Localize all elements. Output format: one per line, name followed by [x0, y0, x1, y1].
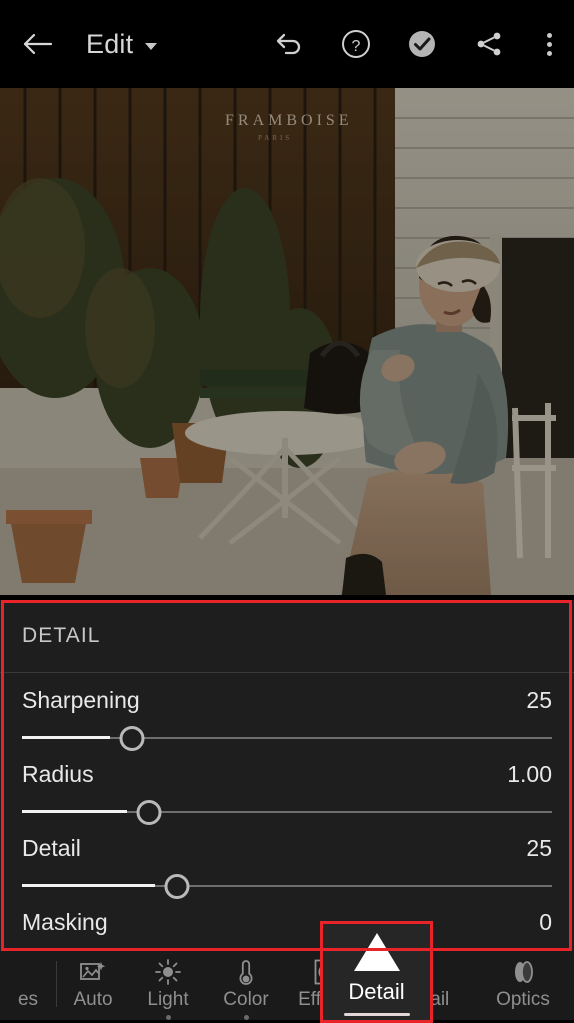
more-button[interactable]: [525, 20, 573, 68]
slider-track-fill: [22, 810, 127, 813]
question-circle-icon: ?: [342, 30, 370, 58]
slider-row-radius[interactable]: Radius 1.00: [0, 747, 574, 825]
top-app-bar: Edit ?: [0, 0, 574, 88]
active-tab-detail[interactable]: Detail: [322, 923, 431, 1020]
modified-dot: [26, 1015, 31, 1020]
photo-image: FRAMBOISE PARIS: [0, 88, 574, 595]
modified-dot: [91, 1015, 96, 1020]
slider-label-detail: Detail: [22, 835, 81, 861]
undo-icon: [276, 33, 301, 55]
undo-button[interactable]: [265, 20, 313, 68]
slider-row-detail[interactable]: Detail 25: [0, 821, 574, 899]
check-circle-icon: [409, 31, 435, 57]
bottom-item-label: Auto: [73, 989, 113, 1011]
bottom-item-light[interactable]: Light: [129, 951, 207, 1020]
slider-label-sharpening: Sharpening: [22, 687, 140, 713]
photo-preview[interactable]: FRAMBOISE PARIS: [0, 88, 574, 595]
slider-value-radius: 1.00: [507, 761, 552, 787]
triangle-up-icon: [353, 933, 400, 971]
active-tab-label: Detail: [348, 979, 405, 1004]
slider-value-detail: 25: [526, 835, 552, 861]
share-button[interactable]: [465, 20, 513, 68]
slider-value-sharpening: 25: [526, 687, 552, 713]
bottom-item-geometry[interactable]: Geometry: [565, 951, 574, 1020]
slider-row-sharpening[interactable]: Sharpening 25: [0, 673, 574, 751]
chevron-down-icon: [145, 42, 158, 50]
bottom-item-optics[interactable]: Optics: [481, 951, 565, 1020]
back-button[interactable]: [14, 20, 62, 68]
done-button[interactable]: [398, 20, 446, 68]
slider-track-fill: [22, 736, 110, 739]
thermometer-icon: [236, 957, 256, 986]
bottom-item-label: Optics: [496, 989, 550, 1011]
slider-label-radius: Radius: [22, 761, 94, 787]
modified-dot: [165, 1015, 171, 1020]
bottom-item-color[interactable]: Color: [207, 951, 285, 1020]
bottom-item-label: Light: [147, 989, 189, 1011]
bottom-item-label: Color: [223, 989, 269, 1011]
detail-adjustment-panel: DETAIL Sharpening 25 Radius 1.00 Detail …: [0, 600, 574, 951]
svg-text:?: ?: [352, 38, 361, 55]
panel-title: DETAIL: [0, 600, 574, 673]
slider-label-masking: Masking: [22, 909, 108, 935]
lens-icon: [509, 957, 537, 986]
active-tab-underline: [343, 1013, 410, 1016]
slider-value-masking: 0: [539, 909, 552, 935]
bottom-item-label: es: [17, 989, 39, 1011]
modified-dot: [243, 1015, 249, 1020]
modified-dot: [521, 1015, 526, 1020]
page-title: Edit: [86, 28, 134, 59]
share-icon: [477, 32, 501, 56]
auto-icon: [80, 957, 106, 986]
slider-track-fill: [22, 884, 155, 887]
bottom-item-auto[interactable]: Auto: [57, 951, 129, 1020]
bottom-tool-bar: es Auto Light Color Optics: [0, 951, 574, 1020]
sun-icon: [155, 957, 181, 986]
bottom-item-presets[interactable]: es: [0, 951, 56, 1020]
mode-title-dropdown[interactable]: Edit: [86, 20, 158, 68]
arrow-left-icon: [23, 33, 53, 55]
three-dot-menu-icon: [546, 32, 552, 56]
help-button[interactable]: ?: [332, 20, 380, 68]
